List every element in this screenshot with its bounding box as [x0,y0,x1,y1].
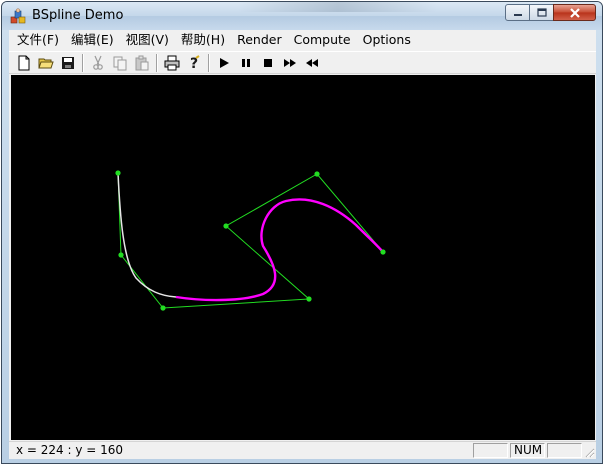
stop-icon [264,58,272,67]
render-canvas[interactable] [11,75,595,440]
control-point[interactable] [115,170,121,176]
play-icon [220,57,229,68]
toolbar-separator [156,53,158,72]
status-pane-empty [473,443,508,458]
status-bar: x = 224 : y = 160 NUM [9,441,596,459]
menu-compute[interactable]: Compute [288,30,357,50]
copy-button[interactable] [109,53,131,73]
paste-button[interactable] [131,53,153,73]
help-button[interactable]: ? [183,53,205,73]
menu-render[interactable]: Render [231,30,288,50]
pause-icon [242,58,250,67]
copy-icon [113,56,127,70]
minimize-icon [513,13,522,16]
control-points [115,170,386,311]
control-point[interactable] [314,171,320,177]
window-title: BSpline Demo [32,8,124,23]
new-file-icon [18,55,30,70]
menu-help[interactable]: 帮助(H) [175,30,231,50]
open-button[interactable] [35,53,57,73]
paste-icon [135,55,149,70]
control-point[interactable] [223,223,229,229]
menu-bar: 文件(F) 编辑(E) 视图(V) 帮助(H) Render Compute O… [9,30,596,50]
close-icon [569,7,580,18]
maximize-button[interactable] [529,4,554,21]
control-point[interactable] [380,249,386,255]
menu-file[interactable]: 文件(F) [9,30,65,50]
client-area: 文件(F) 编辑(E) 视图(V) 帮助(H) Render Compute O… [9,30,596,459]
minimize-button[interactable] [505,4,530,21]
fast-forward-button[interactable] [279,53,301,73]
close-button[interactable] [553,4,596,21]
bspline-canvas-svg [115,170,386,311]
app-icon [10,8,26,24]
toolbar: ? [9,51,596,74]
print-icon [164,55,180,70]
open-folder-icon [38,58,54,68]
save-icon [62,56,74,69]
control-point[interactable] [118,252,124,258]
menu-edit[interactable]: 编辑(E) [65,30,120,50]
maximize-icon [536,8,547,17]
toolbar-separator [208,53,210,72]
title-bar-glare [238,2,438,12]
bspline-curve-segment-white [117,172,177,298]
num-lock-indicator: NUM [510,443,545,458]
title-bar[interactable]: BSpline Demo [2,2,602,30]
app-window: BSpline Demo 文件(F) 编辑(E) 视图(V) 帮助(H) Ren… [1,1,603,464]
caption-buttons [505,4,596,22]
help-icon: ? [190,54,200,71]
fast-forward-icon [284,58,296,67]
new-button[interactable] [13,53,35,73]
control-point[interactable] [160,305,166,311]
cursor-coordinates: x = 224 : y = 160 [16,443,124,457]
menu-options[interactable]: Options [357,30,417,50]
play-button[interactable] [213,53,235,73]
menu-view[interactable]: 视图(V) [120,30,175,50]
cut-button[interactable] [87,53,109,73]
control-point[interactable] [306,296,312,302]
toolbar-separator [82,53,84,72]
print-button[interactable] [161,53,183,73]
stop-button[interactable] [257,53,279,73]
rewind-button[interactable] [301,53,323,73]
resize-grip-icon[interactable] [583,446,595,458]
control-polygon [117,172,384,309]
status-pane-scroll [547,443,582,458]
cut-icon [93,55,103,70]
rewind-icon [306,58,318,67]
bspline-curve-segment-magenta [175,198,384,302]
pause-button[interactable] [235,53,257,73]
save-button[interactable] [57,53,79,73]
